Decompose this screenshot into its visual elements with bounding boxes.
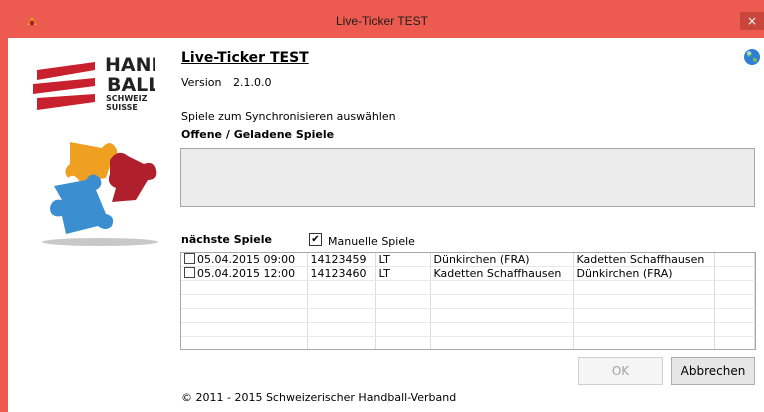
manual-games-label: Manuelle Spiele	[328, 235, 415, 248]
spare-cell	[714, 266, 755, 281]
empty-row	[181, 280, 755, 295]
game-type-cell: LT	[375, 253, 431, 267]
home-team-cell: Kadetten Schaffhausen	[430, 266, 574, 281]
next-games-table: 05.04.2015 09:00 14123459 LT Dünkirchen (FR…	[181, 253, 755, 349]
empty-cell	[307, 322, 376, 337]
version-value: 2.1.0.0	[233, 76, 272, 89]
empty-row	[181, 336, 755, 349]
empty-cell	[573, 280, 715, 295]
empty-cell	[714, 336, 755, 349]
next-games-heading: nächste Spiele	[181, 233, 272, 246]
select-instruction: Spiele zum Synchronisieren auswählen	[181, 110, 396, 123]
empty-cell	[573, 322, 715, 337]
empty-cell	[181, 322, 308, 337]
version-label: Version	[181, 76, 222, 89]
empty-cell	[714, 322, 755, 337]
logo-line-hand: HAND	[105, 54, 155, 76]
manual-games-checkbox[interactable]: ✔	[309, 233, 322, 246]
ok-button[interactable]: OK	[578, 357, 663, 385]
empty-cell	[714, 280, 755, 295]
logo-line-suisse: SUISSE	[106, 103, 138, 112]
window-title: Live-Ticker TEST	[335, 14, 428, 28]
open-games-heading: Offene / Geladene Spiele	[181, 128, 335, 141]
handball-logo: HAND BALL SCHWEIZ SUISSE	[33, 54, 155, 112]
globe-icon[interactable]	[743, 48, 761, 66]
game-row[interactable]: 05.04.2015 09:00 14123459 LT Dünkirchen (FR…	[181, 253, 755, 267]
empty-cell	[375, 280, 431, 295]
empty-cell	[573, 336, 715, 349]
empty-cell	[375, 294, 431, 309]
next-games-list[interactable]: 05.04.2015 09:00 14123459 LT Dünkirchen (FR…	[180, 252, 756, 350]
game-date-cell: 05.04.2015 09:00	[181, 253, 308, 267]
empty-row	[181, 308, 755, 323]
window-frame	[0, 38, 8, 412]
empty-cell	[430, 308, 574, 323]
empty-cell	[375, 308, 431, 323]
game-date-cell: 05.04.2015 12:00	[181, 266, 308, 281]
logo-line-schweiz: SCHWEIZ	[106, 94, 148, 103]
empty-cell	[573, 294, 715, 309]
empty-cell	[430, 280, 574, 295]
empty-cell	[181, 280, 308, 295]
game-row-checkbox[interactable]	[184, 253, 195, 264]
empty-cell	[307, 336, 376, 349]
copyright: © 2011 - 2015 Schweizerischer Handball-V…	[181, 391, 457, 404]
empty-cell	[307, 280, 376, 295]
game-row[interactable]: 05.04.2015 12:00 14123460 LT Kadetten Schaf…	[181, 266, 755, 281]
empty-cell	[430, 336, 574, 349]
empty-cell	[181, 336, 308, 349]
empty-row	[181, 322, 755, 337]
app-title: Live-Ticker TEST	[181, 50, 309, 66]
game-id-cell: 14123459	[307, 253, 376, 267]
empty-cell	[307, 308, 376, 323]
empty-cell	[307, 294, 376, 309]
empty-cell	[375, 322, 431, 337]
empty-cell	[430, 322, 574, 337]
cancel-button[interactable]: Abbrechen	[671, 357, 755, 385]
empty-cell	[181, 294, 308, 309]
game-date: 05.04.2015 09:00	[197, 253, 296, 266]
title-bar[interactable]: Live-Ticker TEST ×	[0, 0, 764, 38]
game-type-cell: LT	[375, 266, 431, 281]
game-id-cell: 14123460	[307, 266, 376, 281]
empty-cell	[430, 294, 574, 309]
empty-cell	[714, 294, 755, 309]
open-games-list[interactable]	[180, 148, 755, 207]
empty-row	[181, 294, 755, 309]
close-icon: ×	[746, 14, 758, 28]
empty-cell	[714, 308, 755, 323]
away-team-cell: Kadetten Schaffhausen	[573, 253, 715, 267]
game-date: 05.04.2015 12:00	[197, 267, 296, 280]
logo-line-ball: BALL	[107, 74, 155, 96]
empty-cell	[181, 308, 308, 323]
empty-cell	[573, 308, 715, 323]
home-team-cell: Dünkirchen (FRA)	[430, 253, 574, 267]
away-team-cell: Dünkirchen (FRA)	[573, 266, 715, 281]
game-row-checkbox[interactable]	[184, 267, 195, 278]
close-button[interactable]: ×	[740, 12, 764, 30]
empty-cell	[375, 336, 431, 349]
puzzle-illustration	[42, 142, 158, 246]
spare-cell	[714, 253, 755, 267]
